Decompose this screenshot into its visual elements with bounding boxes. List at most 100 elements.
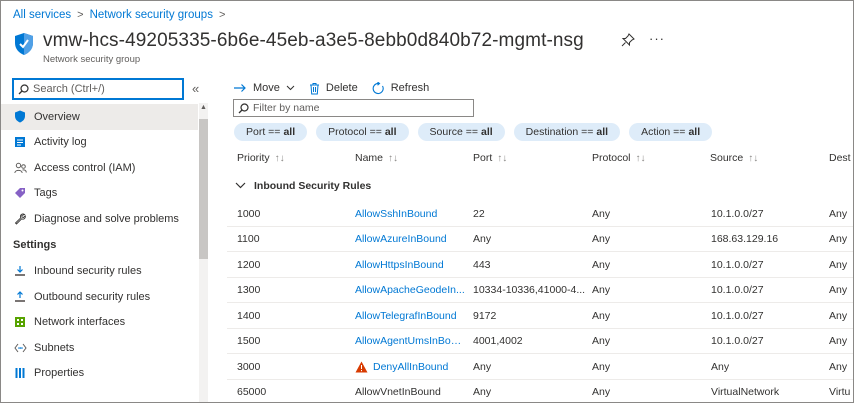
column-header-protocol[interactable]: Protocol ↑↓ [592,152,646,164]
scroll-up-arrow-icon[interactable]: ▲ [200,104,207,111]
cell-destination: Any [829,207,848,220]
delete-button[interactable]: Delete [309,82,358,95]
table-header: Priority ↑↓ Name ↑↓ Port ↑↓ Protocol ↑↓ Sour… [237,152,853,168]
sidebar-scroll-thumb[interactable] [199,119,208,259]
cell-priority: 1200 [237,258,261,271]
filter-pills: Port == all Protocol == all Source == all D… [234,123,721,141]
breadcrumb-separator: > [218,9,226,21]
subnet-icon [13,341,27,355]
sidebar-item-overview[interactable]: Overview [1,104,198,130]
group-label: Inbound Security Rules [254,180,372,192]
cell-protocol: Any [592,360,611,373]
pill-value: all [688,126,701,138]
sidebar-item-outbound-rules[interactable]: Outbound security rules [1,284,198,310]
filter-pill-port[interactable]: Port == all [234,123,308,141]
inbound-icon [13,264,27,278]
filter-by-name[interactable] [233,99,474,117]
table-row[interactable]: 65000 AllowVnetInBound Any Any VirtualNe… [227,380,853,403]
rule-name-link[interactable]: AllowApacheGeodeIn... [355,284,465,296]
rule-name-link[interactable]: AllowTelegrafInBound [355,310,457,322]
column-header-port[interactable]: Port ↑↓ [473,152,507,164]
cell-name: AllowApacheGeodeIn... [355,278,467,303]
table-row[interactable]: 1300 AllowApacheGeodeIn... 10334-10336,4… [227,278,853,303]
command-bar: Move Delete Refresh [233,78,443,98]
table-row[interactable]: 1100 AllowAzureInBound Any Any 168.63.12… [227,227,853,252]
outbound-icon [13,290,27,304]
rule-name-link[interactable]: AllowAgentUmsInBound [355,335,467,347]
filter-input[interactable] [253,102,463,114]
cell-port: 443 [473,258,491,271]
refresh-button[interactable]: Refresh [372,81,429,95]
cell-port: 10334-10336,41000-4... [473,284,585,296]
cell-destination: Any [829,309,848,322]
sidebar-section-settings: Settings [13,239,57,251]
sidebar-item-label: Properties [34,367,85,380]
column-header-source[interactable]: Source ↑↓ [710,152,758,164]
table-row[interactable]: 1200 AllowHttpsInBound 443 Any 10.1.0.0/… [227,252,853,278]
filter-pill-protocol[interactable]: Protocol == all [316,123,409,141]
pill-value: all [384,126,397,138]
people-icon [13,161,27,175]
table-row[interactable]: 1000 AllowSshInBound 22 Any 10.1.0.0/27 … [227,201,853,227]
cell-priority: 1400 [237,309,261,322]
rule-name-link[interactable]: AllowAzureInBound [355,233,447,245]
cell-protocol: Any [592,335,611,347]
cell-destination: Any [829,233,848,245]
arrow-right-icon [233,83,247,93]
group-header-inbound[interactable]: Inbound Security Rules [235,180,371,192]
breadcrumb-separator: > [77,9,84,21]
cell-priority: 1000 [237,207,261,220]
sidebar-item-diagnose[interactable]: Diagnose and solve problems [1,206,198,232]
sidebar-item-activity-log[interactable]: Activity log [1,130,198,156]
sidebar-item-inbound-rules[interactable]: Inbound security rules [1,259,198,285]
move-button[interactable]: Move [233,82,295,94]
sort-icon: ↑↓ [388,152,399,164]
sidebar-item-access-control[interactable]: Access control (IAM) [1,155,198,181]
cell-priority: 1100 [237,233,260,245]
breadcrumb-all-services[interactable]: All services [13,9,71,21]
pill-value: all [283,126,296,138]
breadcrumb-network-security-groups[interactable]: Network security groups [90,9,213,21]
cell-port: 22 [473,207,485,220]
sidebar-search-input[interactable] [33,83,178,95]
cell-source: 10.1.0.0/27 [711,309,764,322]
cell-destination: Any [829,258,848,271]
table-row[interactable]: 1500 AllowAgentUmsInBound 4001,4002 Any … [227,329,853,354]
cell-port: 9172 [473,309,497,322]
column-header-destination[interactable]: Dest [829,152,851,164]
pill-value: all [596,126,609,138]
page-title: vmw-hcs-49205335-6b6e-45eb-a3e5-8ebb0d84… [43,30,584,51]
tag-icon [13,186,27,200]
sidebar-item-properties[interactable]: Properties [1,361,198,387]
rule-name-link[interactable]: AllowHttpsInBound [355,259,444,271]
sidebar-item-network-interfaces[interactable]: Network interfaces [1,310,198,336]
cell-priority: 1300 [237,284,261,296]
cell-protocol: Any [592,258,611,271]
cell-source: 10.1.0.0/27 [711,258,764,271]
more-options-button[interactable]: ··· [649,31,665,46]
table-row[interactable]: 1400 AllowTelegrafInBound 9172 Any 10.1.… [227,303,853,329]
pin-icon[interactable] [621,33,635,47]
sidebar-item-subnets[interactable]: Subnets [1,335,198,361]
column-label: Dest [829,152,851,164]
cell-port: Any [473,386,492,398]
filter-pill-source[interactable]: Source == all [417,123,505,141]
collapse-sidebar-button[interactable]: « [192,81,199,96]
table-row[interactable]: 3000 DenyAllInBound Any Any Any Any [227,354,853,380]
sidebar-search[interactable] [12,78,184,100]
cell-name: AllowAzureInBound [355,227,467,252]
cell-protocol: Any [592,386,611,398]
column-header-name[interactable]: Name ↑↓ [355,152,398,164]
shield-icon [13,110,27,124]
filter-pill-destination[interactable]: Destination == all [513,123,621,141]
activity-log-icon [13,135,27,149]
cell-name: AllowVnetInBound [355,380,467,403]
sidebar-item-label: Network interfaces [34,316,126,329]
sidebar-item-tags[interactable]: Tags [1,181,198,207]
rule-name-link[interactable]: DenyAllInBound [373,361,448,373]
sort-icon: ↑↓ [635,152,646,164]
column-header-priority[interactable]: Priority ↑↓ [237,152,285,164]
sort-icon: ↑↓ [748,152,759,164]
filter-pill-action[interactable]: Action == all [629,123,713,141]
rule-name-link[interactable]: AllowSshInBound [355,208,437,220]
